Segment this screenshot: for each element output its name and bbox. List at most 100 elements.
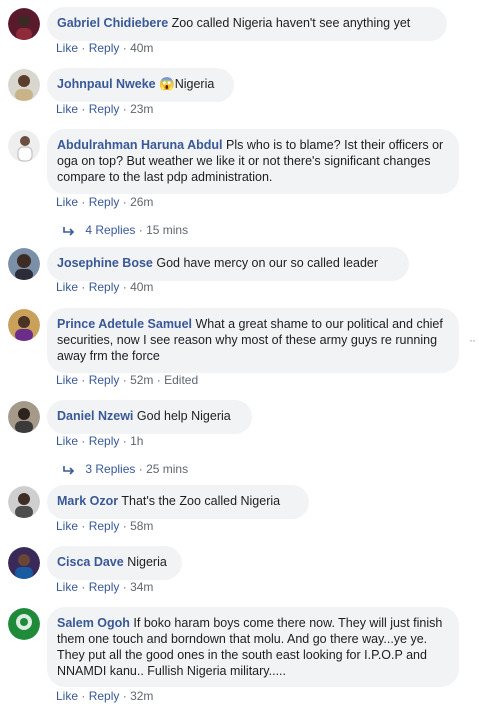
comment-bubble: Daniel Nzewi God help Nigeria	[47, 400, 252, 434]
like-link[interactable]: Like	[56, 102, 78, 116]
separator: ·	[81, 434, 86, 448]
timestamp[interactable]: 40m	[130, 41, 153, 55]
like-link[interactable]: Like	[56, 41, 78, 55]
avatar[interactable]	[8, 248, 40, 280]
replies-time: 25 mins	[146, 462, 189, 476]
commenter-name[interactable]: Prince Adetule Samuel	[57, 317, 192, 331]
timestamp[interactable]: 52m	[130, 373, 153, 387]
reply-link[interactable]: Reply	[89, 195, 120, 209]
separator: ·	[81, 41, 86, 55]
timestamp[interactable]: 1h	[130, 434, 143, 448]
reply-link[interactable]: Reply	[89, 280, 120, 294]
comment-text: Nigeria	[127, 555, 167, 569]
replies-count-link[interactable]: 3 Replies	[85, 462, 135, 476]
timestamp[interactable]: 58m	[130, 519, 153, 533]
separator: ·	[122, 280, 127, 294]
replies-count-link[interactable]: 4 Replies	[85, 223, 135, 237]
comment-bubble: Mark Ozor That's the Zoo called Nigeria	[47, 485, 309, 519]
avatar[interactable]	[8, 309, 40, 341]
replies-time: 15 mins	[146, 223, 189, 237]
reply-link[interactable]: Reply	[89, 519, 120, 533]
separator: ·	[81, 580, 86, 594]
view-replies[interactable]: 4 Replies · 15 mins	[62, 223, 188, 237]
comment-text: God help Nigeria	[136, 409, 231, 423]
separator: ·	[81, 519, 86, 533]
reply-link[interactable]: Reply	[89, 373, 120, 387]
commenter-name[interactable]: Daniel Nzewi	[57, 409, 133, 423]
like-link[interactable]: Like	[56, 195, 78, 209]
reply-link[interactable]: Reply	[89, 434, 120, 448]
avatar-image	[8, 608, 40, 640]
emoji: 😱	[159, 77, 175, 91]
comment-actions: Like · Reply · 40m	[56, 41, 153, 55]
comment-actions: Like · Reply · 52m · Edited	[56, 373, 198, 387]
comment-actions: Like · Reply · 40m	[56, 280, 153, 294]
comment-text: God have mercy on our so called leader	[156, 256, 379, 270]
timestamp[interactable]: 26m	[130, 195, 153, 209]
comment-actions: Like · Reply · 58m	[56, 519, 153, 533]
comment-actions: Like · Reply · 32m	[56, 689, 153, 703]
commenter-name[interactable]: Johnpaul Nweke	[57, 77, 156, 91]
timestamp[interactable]: 40m	[130, 280, 153, 294]
comment-bubble: Prince Adetule Samuel What a great shame…	[47, 308, 459, 373]
comment-actions: Like · Reply · 34m	[56, 580, 153, 594]
more-options-icon[interactable]: ··	[469, 333, 476, 347]
comment-bubble: Josephine Bose God have mercy on our so …	[47, 247, 409, 281]
timestamp[interactable]: 23m	[130, 102, 153, 116]
comment-text: Zoo called Nigeria haven't see anything …	[171, 16, 411, 30]
avatar-image	[8, 69, 40, 101]
separator: ·	[122, 434, 127, 448]
commenter-name[interactable]: Gabriel Chidiebere	[57, 16, 168, 30]
like-link[interactable]: Like	[56, 434, 78, 448]
separator: ·	[122, 373, 127, 387]
avatar[interactable]	[8, 608, 40, 640]
separator: ·	[122, 519, 127, 533]
timestamp[interactable]: 32m	[130, 689, 153, 703]
comment-bubble: Gabriel Chidiebere Zoo called Nigeria ha…	[47, 7, 447, 41]
reply-link[interactable]: Reply	[89, 41, 120, 55]
edited-label[interactable]: Edited	[164, 373, 198, 387]
reply-link[interactable]: Reply	[89, 689, 120, 703]
separator: ·	[81, 280, 86, 294]
avatar[interactable]	[8, 8, 40, 40]
avatar[interactable]	[8, 547, 40, 579]
comment-bubble: Johnpaul Nweke 😱Nigeria	[47, 68, 234, 102]
reply-link[interactable]: Reply	[89, 102, 120, 116]
separator: ·	[81, 102, 86, 116]
separator: ·	[122, 689, 127, 703]
avatar[interactable]	[8, 486, 40, 518]
separator: ·	[81, 373, 86, 387]
avatar-image	[8, 248, 40, 280]
comment-bubble: Cisca Dave Nigeria	[47, 546, 182, 580]
reply-link[interactable]: Reply	[89, 580, 120, 594]
avatar[interactable]	[8, 69, 40, 101]
avatar-image	[8, 309, 40, 341]
timestamp[interactable]: 34m	[130, 580, 153, 594]
commenter-name[interactable]: Abdulrahman Haruna Abdul	[57, 138, 223, 152]
view-replies[interactable]: 3 Replies · 25 mins	[62, 462, 188, 476]
avatar-image	[8, 486, 40, 518]
avatar[interactable]	[8, 401, 40, 433]
comment-bubble: Abdulrahman Haruna Abdul Pls who is to b…	[47, 129, 459, 194]
avatar-image	[8, 401, 40, 433]
reply-arrow-icon	[63, 465, 75, 475]
avatar[interactable]	[8, 130, 40, 162]
separator: ·	[122, 102, 127, 116]
comment-actions: Like · Reply · 26m	[56, 195, 153, 209]
commenter-name[interactable]: Josephine Bose	[57, 256, 153, 270]
separator: ·	[81, 689, 86, 703]
separator: ·	[138, 462, 143, 476]
like-link[interactable]: Like	[56, 373, 78, 387]
like-link[interactable]: Like	[56, 280, 78, 294]
comment-text: Nigeria	[174, 77, 215, 91]
commenter-name[interactable]: Mark Ozor	[57, 494, 118, 508]
like-link[interactable]: Like	[56, 580, 78, 594]
separator: ·	[122, 41, 127, 55]
separator: ·	[138, 223, 143, 237]
separator: ·	[122, 580, 127, 594]
commenter-name[interactable]: Cisca Dave	[57, 555, 124, 569]
like-link[interactable]: Like	[56, 689, 78, 703]
comment-bubble: Salem Ogoh If boko haram boys come there…	[47, 607, 459, 687]
commenter-name[interactable]: Salem Ogoh	[57, 616, 130, 630]
like-link[interactable]: Like	[56, 519, 78, 533]
